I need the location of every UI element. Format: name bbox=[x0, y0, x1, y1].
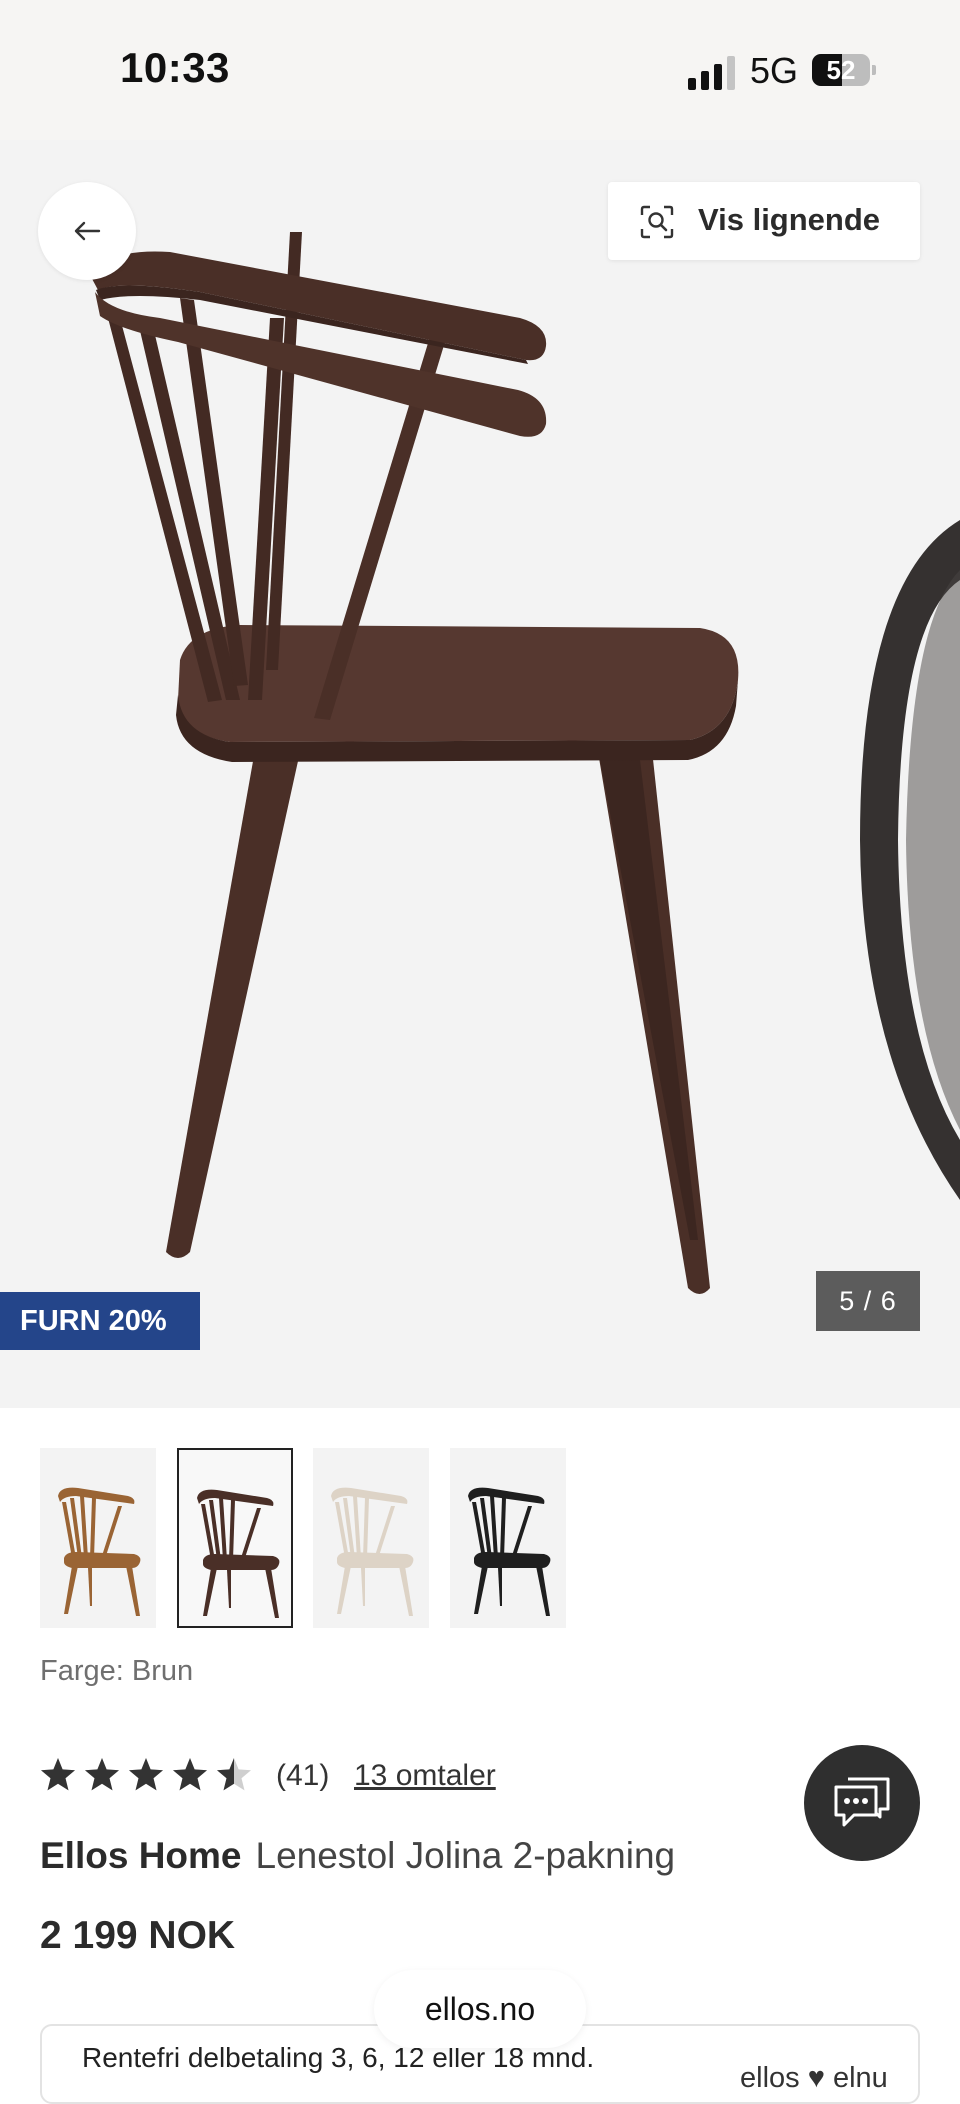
status-time: 10:33 bbox=[120, 44, 230, 91]
chat-icon bbox=[834, 1777, 890, 1827]
star-icon bbox=[173, 1758, 207, 1791]
color-variant-thumb[interactable] bbox=[313, 1448, 429, 1628]
rating-row: (41) 13 omtaler bbox=[40, 1755, 800, 1799]
star-icon bbox=[85, 1758, 119, 1791]
battery-level: 52 bbox=[826, 55, 856, 85]
reviews-link[interactable]: 13 omtaler bbox=[354, 1759, 496, 1793]
selected-color-label: Farge: Brun bbox=[40, 1655, 194, 1687]
star-icon bbox=[217, 1758, 251, 1791]
product-image-carousel[interactable]: Vis lignende FURN 20% 5 / 6 bbox=[0, 140, 960, 1408]
network-type: 5G bbox=[750, 50, 799, 91]
promo-badge: FURN 20% bbox=[0, 1292, 200, 1350]
cellular-signal-icon bbox=[688, 56, 735, 90]
color-variant-thumb[interactable] bbox=[450, 1448, 566, 1628]
color-variant-list bbox=[0, 1448, 960, 1630]
battery-icon: 52 bbox=[812, 54, 876, 86]
visual-search-icon bbox=[640, 205, 674, 239]
chair-thumbnail bbox=[331, 1487, 414, 1616]
payment-partner-logo: ellos ♥ elnu bbox=[740, 2062, 888, 2094]
chat-button[interactable] bbox=[804, 1745, 920, 1861]
star-icon bbox=[129, 1758, 163, 1791]
chair-thumbnail bbox=[197, 1489, 280, 1618]
chair-thumbnail bbox=[58, 1487, 141, 1616]
browser-url-bar[interactable]: ellos.no bbox=[374, 1970, 586, 2048]
arrow-left-icon bbox=[74, 221, 101, 241]
product-price: 2 199 NOK bbox=[40, 1914, 236, 1957]
image-counter: 5 / 6 bbox=[816, 1271, 920, 1331]
color-variant-thumb[interactable] bbox=[40, 1448, 156, 1628]
chair-thumbnail bbox=[468, 1487, 551, 1616]
product-image-chair bbox=[90, 232, 960, 1294]
show-similar-button[interactable]: Vis lignende bbox=[608, 182, 920, 260]
product-title: Ellos Home Lenestol Jolina 2-pakning bbox=[40, 1835, 675, 1877]
rating-count: (41) bbox=[276, 1759, 330, 1792]
status-bar: 10:33 5G 52 bbox=[0, 0, 960, 140]
product-brand[interactable]: Ellos Home bbox=[40, 1835, 242, 1876]
color-variant-thumb-selected[interactable] bbox=[177, 1448, 293, 1628]
star-icon bbox=[41, 1758, 75, 1791]
product-name: Lenestol Jolina 2-pakning bbox=[255, 1835, 676, 1876]
show-similar-label: Vis lignende bbox=[698, 202, 881, 237]
back-button[interactable] bbox=[38, 182, 136, 280]
